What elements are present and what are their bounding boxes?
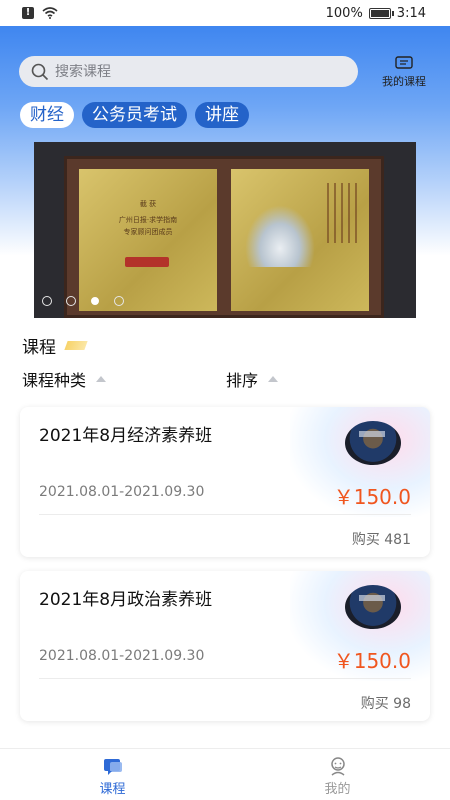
banner-carousel[interactable]: 截 获 广州日报·求学指南 专家顾问团成员 [34,142,416,318]
plaque-right [231,169,369,311]
course-thumbnail [345,421,401,465]
plaque-line: 专家顾问团成员 [123,228,173,236]
profile-icon [330,757,345,776]
carousel-dot[interactable] [114,296,124,306]
my-course-button[interactable]: 我的课程 [372,56,436,90]
vertical-inscription [327,183,357,243]
status-bar: ! 100% 3:14 [0,0,450,26]
nav-item-course[interactable]: 课程 [0,749,225,800]
course-thumbnail [345,585,401,629]
status-right: 100% 3:14 [326,6,426,21]
course-sold-count: 购买 481 [351,532,411,548]
course-icon [103,759,122,775]
carousel-dot-active[interactable] [91,297,99,305]
battery-fill [370,9,389,17]
nav-label: 课程 [99,782,126,797]
nav-label: 我的 [324,782,351,797]
alert-icon: ! [22,7,34,19]
wifi-icon [42,7,58,19]
course-title: 2021年8月政治素养班 [39,590,213,610]
card-divider [39,514,411,515]
card-divider [39,678,411,679]
sort-arrow-icon [96,376,107,382]
course-date: 2021.08.01-2021.09.30 [39,648,205,664]
filter-sort-label: 排序 [226,371,259,390]
battery-percent: 100% [325,5,363,21]
bottom-navigation: 课程 我的 [0,748,450,800]
message-icon [395,56,413,69]
carousel-dot[interactable] [42,296,52,306]
course-price: ￥150.0 [333,485,411,509]
course-title: 2021年8月经济素养班 [39,426,213,446]
carousel-indicators [42,296,124,306]
plaque-seal [125,257,169,267]
course-price: ￥150.0 [333,649,411,673]
filter-category[interactable]: 课程种类 [22,367,107,391]
category-tabs: 财经 公务员考试 讲座 [20,102,249,128]
banner-image: 截 获 广州日报·求学指南 专家顾问团成员 [64,156,384,318]
section-title: 课程 [22,333,88,358]
title-decoration [64,341,88,350]
filter-sort[interactable]: 排序 [226,367,279,391]
search-icon [31,63,49,80]
status-left: ! [22,7,58,19]
course-card[interactable]: 2021年8月经济素养班 2021.08.01-2021.09.30 ￥150.… [20,407,430,557]
course-sold-count: 购买 98 [360,696,411,712]
my-course-label: 我的课程 [382,75,426,88]
tab-finance[interactable]: 财经 [20,102,74,128]
plaque-left: 截 获 广州日报·求学指南 专家顾问团成员 [79,169,217,311]
plaque-line: 截 获 [139,200,157,208]
section-title-text: 课程 [22,338,56,358]
search-bar[interactable] [19,56,358,87]
clock: 3:14 [396,5,426,21]
search-input[interactable] [55,63,325,80]
carousel-dot[interactable] [66,296,76,306]
plaque-line: 广州日报·求学指南 [118,216,178,224]
statue-emblem [245,205,315,267]
course-card[interactable]: 2021年8月政治素养班 2021.08.01-2021.09.30 ￥150.… [20,571,430,721]
battery-icon [368,7,394,19]
filter-category-label: 课程种类 [22,371,87,390]
sort-arrow-icon [268,376,279,382]
tab-lecture[interactable]: 讲座 [195,102,249,128]
tab-civil-service-exam[interactable]: 公务员考试 [82,102,187,128]
course-date: 2021.08.01-2021.09.30 [39,484,205,500]
nav-item-mine[interactable]: 我的 [225,749,450,800]
